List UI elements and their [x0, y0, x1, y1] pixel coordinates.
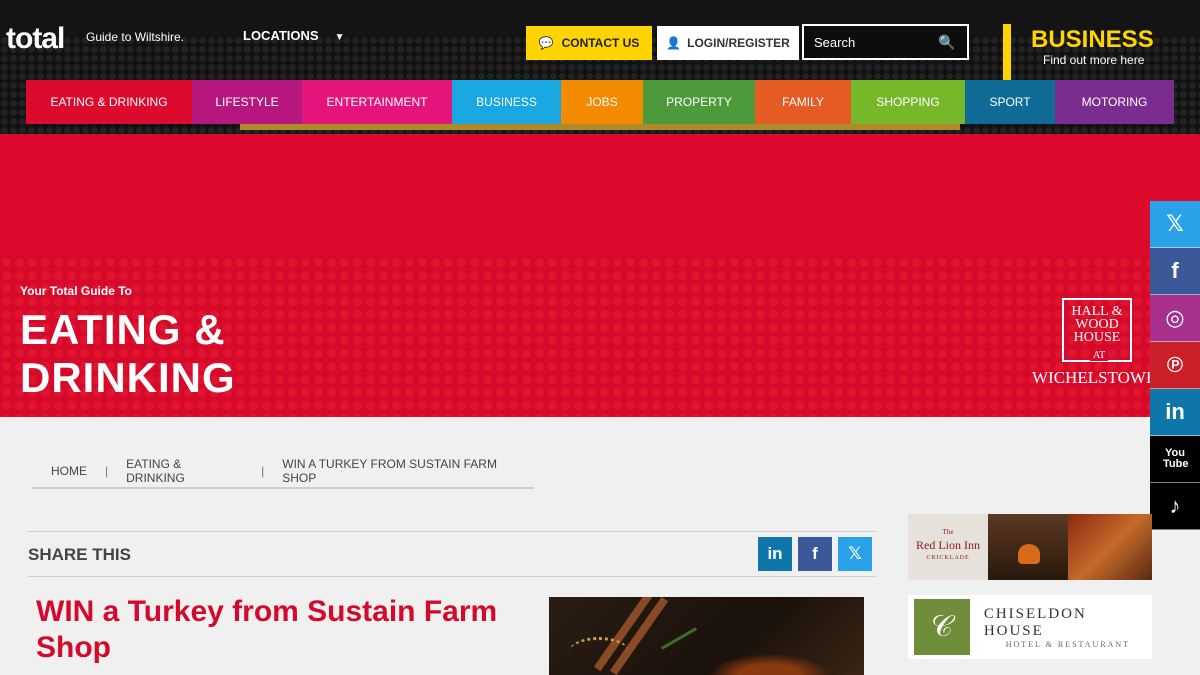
youtube-icon: You Tube — [1163, 447, 1189, 470]
nav-property[interactable]: PROPERTY — [643, 80, 755, 124]
promo-title: BUSINESS — [1031, 26, 1154, 53]
share-label: SHARE THIS — [28, 545, 131, 564]
user-icon: 👤 — [666, 36, 682, 50]
social-pinterest-button[interactable]: ℗ — [1150, 342, 1200, 389]
contact-us-button[interactable]: 💬 CONTACT US — [526, 26, 652, 60]
nav-jobs[interactable]: JOBS — [561, 80, 643, 124]
social-linkedin-button[interactable]: in — [1150, 389, 1200, 436]
breadcrumb-home[interactable]: HOME — [51, 464, 87, 478]
ad-chiseldon-name: CHISELDON HOUSE — [983, 605, 1087, 639]
promo-subtitle: Find out more here — [1043, 53, 1145, 67]
sponsor-at: AT — [1090, 350, 1109, 361]
ad-red-lion-text: The Red Lion Inn CRICKLADE — [908, 514, 988, 580]
pinterest-icon: ℗ — [1166, 352, 1184, 377]
share-facebook-button[interactable]: f — [798, 537, 832, 571]
instagram-icon: ◎ — [1165, 305, 1185, 330]
social-x-button[interactable]: 𝕏 — [1150, 201, 1200, 248]
breadcrumb-separator: | — [105, 464, 109, 478]
social-tiktok-button[interactable]: ♪ — [1150, 483, 1200, 530]
nav-lifestyle[interactable]: LIFESTYLE — [192, 80, 302, 124]
logo-tagline: Guide to Wiltshire. — [86, 30, 185, 44]
hero-kicker: Your Total Guide To — [20, 284, 132, 298]
nav-label: SHOPPING — [876, 95, 940, 109]
nav-entertainment[interactable]: ENTERTAINMENT — [302, 80, 452, 124]
article-headline: WIN a Turkey from Sustain Farm Shop — [36, 595, 498, 664]
linkedin-icon: in — [1165, 399, 1185, 424]
nav-label: ENTERTAINMENT — [326, 95, 428, 109]
ad-red-lion-inn[interactable]: The Red Lion Inn CRICKLADE — [908, 514, 1152, 580]
breadcrumb-current: WIN A TURKEY FROM SUSTAIN FARM SHOP — [282, 457, 497, 485]
sponsor-logo[interactable]: HALL & WOOD HOUSE AT WICHELSTOWE — [1030, 298, 1170, 394]
breadcrumb-separator: | — [261, 464, 265, 478]
site-header: total Guide to Wiltshire. LOCATIONS ▼ 💬 C… — [0, 0, 1200, 134]
promo-accent-bar — [1003, 24, 1011, 80]
search-input[interactable] — [804, 34, 934, 50]
x-icon: 𝕏 — [848, 544, 862, 563]
social-youtube-button[interactable]: You Tube — [1150, 436, 1200, 483]
login-register-label: LOGIN/REGISTER — [687, 36, 790, 50]
nav-business[interactable]: BUSINESS — [452, 80, 561, 124]
nav-label: MOTORING — [1081, 95, 1148, 109]
nav-label: JOBS — [586, 95, 618, 109]
ad-fireplace-photo — [988, 514, 1068, 580]
bead-garland — [569, 637, 629, 667]
hero-title: EATING & DRINKING — [20, 306, 236, 401]
nav-sport[interactable]: SPORT — [965, 80, 1055, 124]
breadcrumb-section[interactable]: EATING & DRINKING — [126, 457, 243, 485]
ad-chiseldon-text: CHISELDON HOUSE HOTEL & RESTAURANT — [984, 606, 1152, 649]
banner-ad-strip — [240, 124, 960, 130]
search-icon[interactable]: 🔍 — [938, 34, 955, 51]
site-logo[interactable]: total — [6, 22, 65, 56]
x-icon: 𝕏 — [1166, 211, 1184, 236]
facebook-icon: f — [812, 544, 818, 563]
nav-label: LIFESTYLE — [215, 95, 279, 109]
nav-motoring[interactable]: MOTORING — [1055, 80, 1174, 124]
locations-label: LOCATIONS — [243, 28, 319, 43]
share-buttons: in f 𝕏 — [758, 537, 872, 571]
nav-label: SPORT — [989, 95, 1031, 109]
nav-label: EATING & DRINKING — [50, 95, 168, 109]
nav-label: PROPERTY — [666, 95, 732, 109]
sponsor-name: WICHELSTOWE — [1032, 368, 1157, 387]
ad-red-lion-name: Red Lion Inn — [916, 538, 980, 552]
share-bar: SHARE THIS in f 𝕏 — [28, 531, 876, 577]
share-linkedin-button[interactable]: in — [758, 537, 792, 571]
breadcrumb: HOME | EATING & DRINKING | WIN A TURKEY … — [32, 455, 534, 489]
social-sidebar: 𝕏 f ◎ ℗ in You Tube ♪ — [1150, 201, 1200, 530]
ad-chiseldon-house[interactable]: 𝒞 CHISELDON HOUSE HOTEL & RESTAURANT — [908, 595, 1152, 659]
chiseldon-monogram-icon: 𝒞 — [914, 599, 970, 655]
nav-label: BUSINESS — [476, 95, 537, 109]
nav-label: FAMILY — [782, 95, 824, 109]
contact-us-label: CONTACT US — [561, 36, 640, 50]
ad-food-photo — [1068, 514, 1152, 580]
ad-red-lion-place: CRICKLADE — [926, 555, 970, 561]
facebook-icon: f — [1171, 258, 1179, 283]
search-box: 🔍 — [802, 24, 969, 60]
linkedin-icon: in — [767, 544, 783, 563]
nav-shopping[interactable]: SHOPPING — [851, 80, 965, 124]
social-facebook-button[interactable]: f — [1150, 248, 1200, 295]
nav-eating-drinking[interactable]: EATING & DRINKING — [26, 80, 192, 124]
ad-chiseldon-sub: HOTEL & RESTAURANT — [1005, 639, 1131, 649]
article-image — [549, 597, 864, 675]
share-x-button[interactable]: 𝕏 — [838, 537, 872, 571]
business-promo[interactable]: BUSINESS Find out more here — [1003, 24, 1200, 80]
herb-sprig — [660, 627, 698, 650]
chevron-down-icon: ▼ — [334, 32, 345, 43]
login-register-button[interactable]: 👤 LOGIN/REGISTER — [657, 26, 799, 60]
locations-dropdown[interactable]: LOCATIONS ▼ — [243, 28, 345, 43]
nav-family[interactable]: FAMILY — [755, 80, 851, 124]
tiktok-icon: ♪ — [1169, 493, 1181, 518]
chat-icon: 💬 — [538, 36, 554, 50]
main-nav: EATING & DRINKING LIFESTYLE ENTERTAINMEN… — [26, 80, 1174, 124]
section-hero: Your Total Guide To EATING & DRINKING HA… — [0, 134, 1200, 417]
social-instagram-button[interactable]: ◎ — [1150, 295, 1200, 342]
